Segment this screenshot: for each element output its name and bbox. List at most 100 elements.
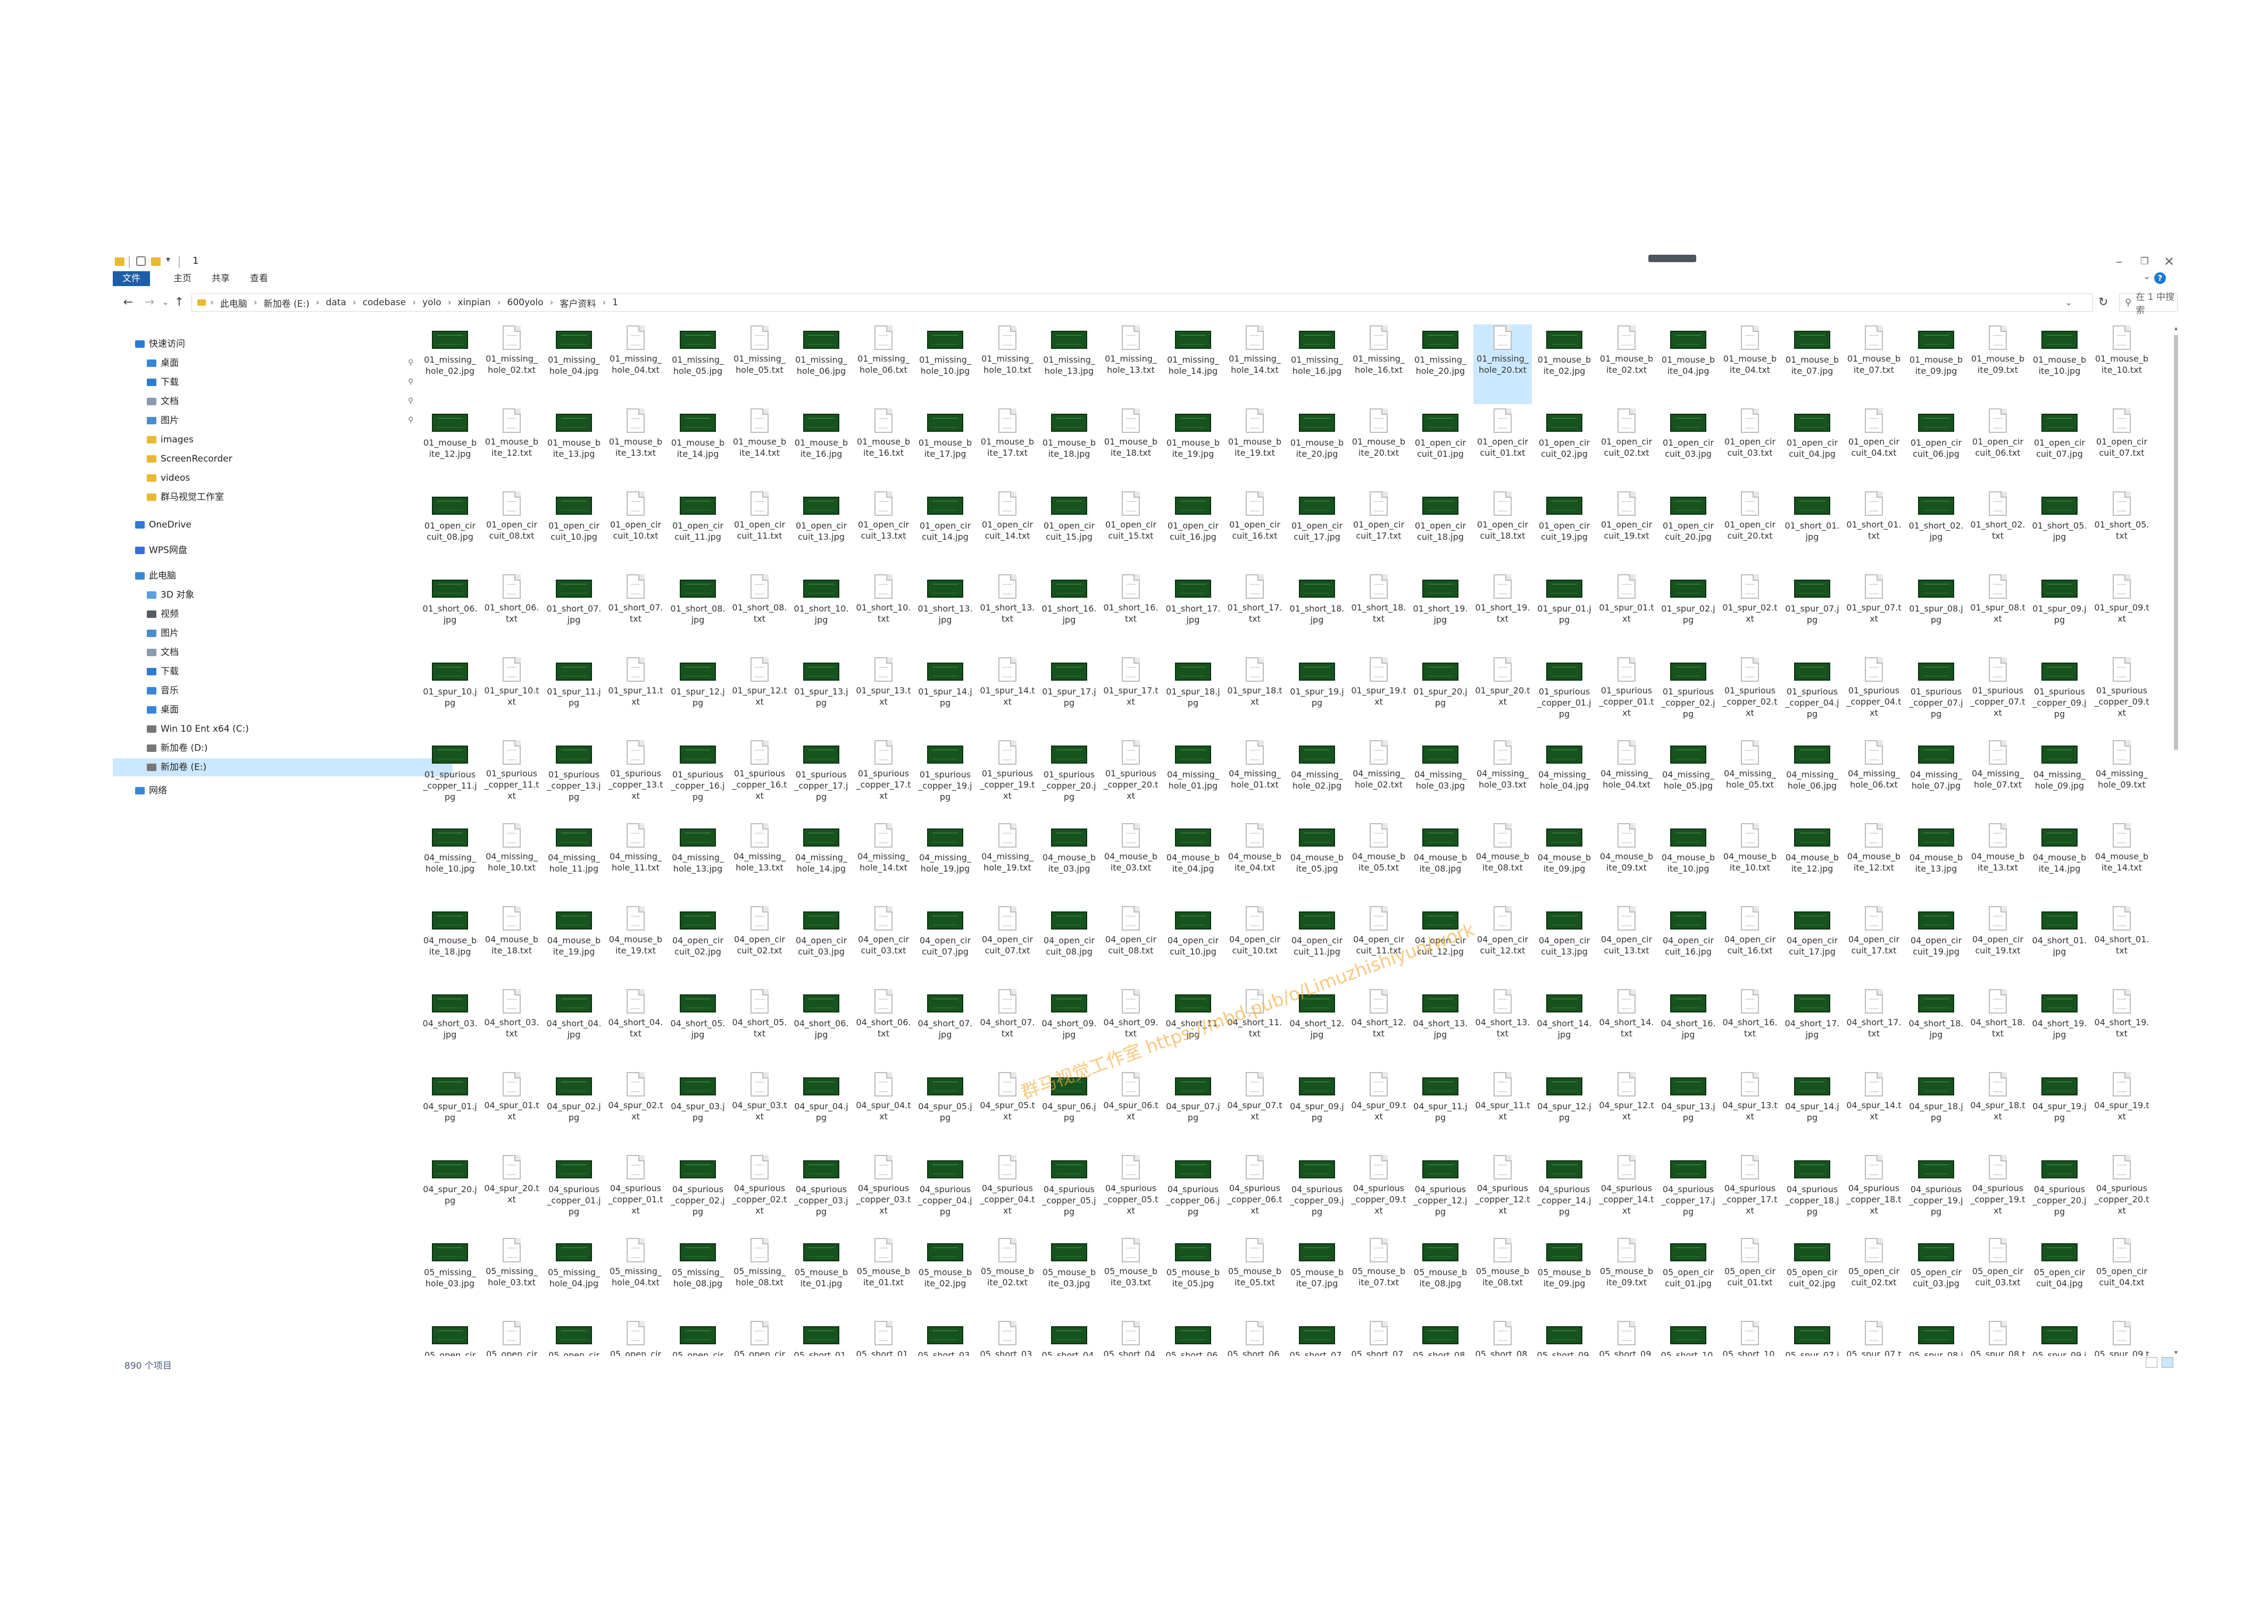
file-item[interactable]: 04_mouse_bite_03.txt [1102, 822, 1160, 902]
file-item[interactable]: 04_short_17.txt [1845, 988, 1903, 1068]
file-item[interactable]: 04_spur_12.jpg [1535, 1071, 1594, 1151]
file-item[interactable]: 04_spurious_copper_12.jpg [1411, 1154, 1470, 1234]
file-item[interactable]: 01_short_06.txt [482, 573, 541, 653]
file-item[interactable]: 05_open_circuit_01.jpg [1659, 1237, 1717, 1317]
file-item[interactable]: 04_spur_06.txt [1102, 1071, 1160, 1151]
vertical-scrollbar[interactable]: ▴ ▾ [2172, 324, 2180, 1356]
file-item[interactable]: 05_mouse_bite_07.txt [1349, 1237, 1408, 1317]
file-item[interactable]: 01_missing_hole_02.txt [482, 324, 541, 404]
file-item[interactable]: 05_spur_07.jpg [1783, 1320, 1841, 1356]
file-item[interactable]: 04_spur_11.jpg [1411, 1071, 1470, 1151]
breadcrumb-item[interactable]: 此电脑 [220, 296, 247, 309]
file-item[interactable]: 01_open_circuit_11.jpg [669, 490, 727, 570]
sidebar-item[interactable]: 视频 [147, 605, 402, 623]
file-item[interactable]: 01_spur_13.txt [854, 656, 913, 736]
file-item[interactable]: 04_spur_12.txt [1597, 1071, 1656, 1151]
file-item[interactable]: 04_spurious_copper_20.jpg [2030, 1154, 2089, 1234]
scrollbar-thumb[interactable] [2174, 335, 2178, 750]
file-item[interactable]: 01_short_08.txt [730, 573, 789, 653]
sidebar-item[interactable]: 3D 对象 [147, 586, 402, 604]
file-item[interactable]: 01_mouse_bite_04.txt [1721, 324, 1779, 404]
file-item[interactable]: 01_mouse_bite_18.jpg [1040, 407, 1098, 487]
file-item[interactable]: 05_short_07.jpg [1288, 1320, 1346, 1356]
file-item[interactable]: 04_short_06.txt [854, 988, 913, 1068]
file-item[interactable]: 04_missing_hole_02.jpg [1288, 739, 1346, 819]
file-item[interactable]: 01_spur_11.jpg [545, 656, 603, 736]
file-item[interactable]: 01_missing_hole_14.txt [1225, 324, 1284, 404]
file-item[interactable]: 01_mouse_bite_07.txt [1845, 324, 1903, 404]
file-item[interactable]: 04_spur_14.txt [1845, 1071, 1903, 1151]
scroll-down-icon[interactable]: ▾ [2172, 1349, 2180, 1356]
breadcrumb-item[interactable]: 1 [612, 297, 618, 308]
file-item[interactable]: 04_mouse_bite_18.jpg [421, 905, 479, 985]
file-item[interactable]: 04_mouse_bite_12.jpg [1783, 822, 1841, 902]
file-item[interactable]: 01_short_06.jpg [421, 573, 479, 653]
file-item[interactable]: 04_spurious_copper_20.txt [2092, 1154, 2151, 1234]
file-item[interactable]: 01_spurious_copper_16.txt [730, 739, 789, 819]
file-item[interactable]: 04_mouse_bite_13.txt [1969, 822, 2027, 902]
file-item[interactable]: 04_spurious_copper_18.jpg [1783, 1154, 1841, 1234]
file-item[interactable]: 04_spur_07.txt [1225, 1071, 1284, 1151]
file-item[interactable]: 04_missing_hole_01.txt [1225, 739, 1284, 819]
file-item[interactable]: 04_open_circuit_12.txt [1473, 905, 1532, 985]
tab-home[interactable]: 主页 [164, 271, 201, 286]
file-item[interactable]: 05_open_circuit_06.txt [606, 1320, 665, 1356]
pin-icon[interactable]: ⚲ [408, 378, 413, 386]
file-item[interactable]: 01_open_circuit_11.txt [730, 490, 789, 570]
file-item[interactable]: 01_short_16.jpg [1040, 573, 1098, 653]
file-item[interactable]: 01_mouse_bite_19.txt [1225, 407, 1284, 487]
file-item[interactable]: 04_short_17.jpg [1783, 988, 1841, 1068]
file-item[interactable]: 05_mouse_bite_09.jpg [1535, 1237, 1594, 1317]
file-item[interactable]: 01_mouse_bite_12.txt [482, 407, 541, 487]
file-item[interactable]: 01_short_07.txt [606, 573, 665, 653]
file-item[interactable]: 04_open_circuit_13.jpg [1535, 905, 1594, 985]
file-item[interactable]: 04_mouse_bite_14.jpg [2030, 822, 2089, 902]
file-item[interactable]: 01_missing_hole_04.jpg [545, 324, 603, 404]
close-button[interactable]: ✕ [2158, 254, 2180, 270]
file-item[interactable]: 05_short_08.jpg [1411, 1320, 1470, 1356]
file-item[interactable]: 04_spur_20.txt [482, 1154, 541, 1234]
file-item[interactable]: 01_spur_08.jpg [1907, 573, 1965, 653]
file-item[interactable]: 01_spurious_copper_01.jpg [1535, 656, 1594, 736]
sidebar-item[interactable]: 群马视觉工作室 [147, 488, 402, 506]
file-item[interactable]: 04_missing_hole_07.jpg [1907, 739, 1965, 819]
file-item[interactable]: 01_open_circuit_03.txt [1721, 407, 1779, 487]
file-item[interactable]: 05_mouse_bite_07.jpg [1288, 1237, 1346, 1317]
file-item[interactable]: 04_missing_hole_11.txt [606, 822, 665, 902]
file-item[interactable]: 04_spurious_copper_19.txt [1969, 1154, 2027, 1234]
file-item[interactable]: 01_spurious_copper_02.txt [1721, 656, 1779, 736]
file-item[interactable]: 04_open_circuit_02.txt [730, 905, 789, 985]
file-item[interactable]: 01_spur_14.txt [978, 656, 1037, 736]
sidebar-item[interactable]: 下载 [147, 663, 402, 681]
breadcrumb-item[interactable]: data [326, 297, 346, 308]
file-item[interactable]: 05_short_07.txt [1349, 1320, 1408, 1356]
file-item[interactable]: 01_spur_17.jpg [1040, 656, 1098, 736]
sidebar-item[interactable]: OneDrive [135, 516, 390, 534]
file-item[interactable]: 01_open_circuit_19.txt [1597, 490, 1656, 570]
file-item[interactable]: 04_mouse_bite_10.txt [1721, 822, 1779, 902]
file-item[interactable]: 01_short_18.jpg [1288, 573, 1346, 653]
file-item[interactable]: 04_mouse_bite_18.txt [482, 905, 541, 985]
file-item[interactable]: 01_missing_hole_06.jpg [792, 324, 850, 404]
file-item[interactable]: 04_spur_02.jpg [545, 1071, 603, 1151]
file-item[interactable]: 01_mouse_bite_17.txt [978, 407, 1037, 487]
breadcrumb-item[interactable]: yolo [422, 297, 441, 308]
file-item[interactable]: 04_missing_hole_19.txt [978, 822, 1037, 902]
file-item[interactable]: 01_spur_12.txt [730, 656, 789, 736]
file-item[interactable]: 01_missing_hole_20.txt [1473, 324, 1532, 404]
search-input[interactable]: ⚲ 在 1 中搜索 [2119, 292, 2178, 316]
file-item[interactable]: 01_open_circuit_14.txt [978, 490, 1037, 570]
file-item[interactable]: 01_spur_12.jpg [669, 656, 727, 736]
file-item[interactable]: 01_spurious_copper_20.txt [1102, 739, 1160, 819]
sidebar-item[interactable]: 文档 [147, 392, 402, 411]
file-item[interactable]: 01_missing_hole_20.jpg [1411, 324, 1470, 404]
file-item[interactable]: 01_spur_20.jpg [1411, 656, 1470, 736]
file-item[interactable]: 01_spur_07.txt [1845, 573, 1903, 653]
file-item[interactable]: 05_mouse_bite_03.jpg [1040, 1237, 1098, 1317]
file-item[interactable]: 04_short_18.txt [1969, 988, 2027, 1068]
file-item[interactable]: 05_open_circuit_05.txt [482, 1320, 541, 1356]
file-item[interactable]: 01_short_19.txt [1473, 573, 1532, 653]
sidebar-item[interactable]: WPS网盘 [135, 541, 390, 559]
file-item[interactable]: 04_spurious_copper_14.txt [1597, 1154, 1656, 1234]
file-item[interactable]: 04_short_13.txt [1473, 988, 1532, 1068]
